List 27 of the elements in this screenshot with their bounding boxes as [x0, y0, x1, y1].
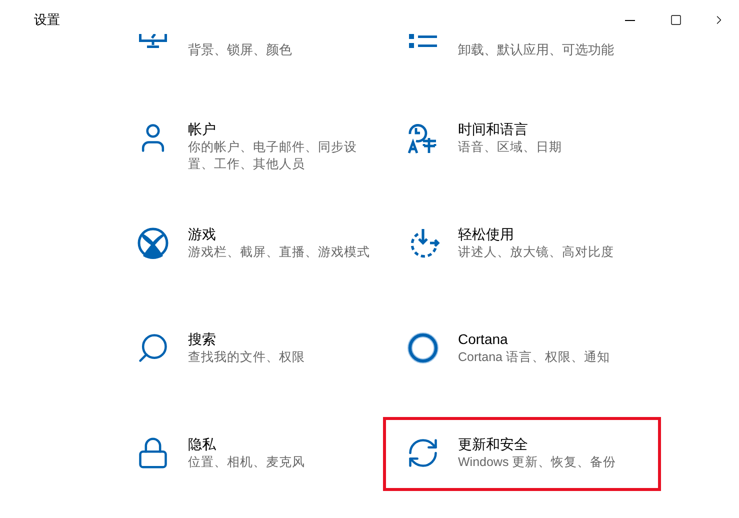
category-title: 隐私 — [188, 435, 217, 454]
category-title: 帐户 — [188, 120, 217, 139]
monitor-icon — [139, 34, 167, 48]
category-description: 游戏栏、截屏、直播、游戏模式 — [188, 244, 371, 261]
category-description: 位置、相机、麦克风 — [188, 454, 306, 471]
maximize-icon — [670, 14, 682, 26]
category-title: 游戏 — [188, 225, 217, 244]
list-icon — [409, 34, 437, 48]
category-title: 搜索 — [188, 330, 217, 349]
category-title: 时间和语言 — [458, 120, 529, 139]
category-title: 更新和安全 — [458, 435, 529, 454]
category-description: Windows 更新、恢复、备份 — [458, 454, 618, 471]
category-description: 语音、区域、日期 — [458, 139, 563, 156]
category-description: 你的帐户、电子邮件、同步设置、工作、其他人员 — [188, 139, 358, 173]
search-icon — [136, 331, 170, 365]
category-title: Cortana — [458, 330, 509, 349]
lock-icon — [136, 436, 170, 470]
category-description: 查找我的文件、权限 — [188, 349, 306, 366]
category-description: 讲述人、放大镜、高对比度 — [458, 244, 615, 261]
category-title: 轻松使用 — [458, 225, 515, 244]
category-description: 背景、锁屏、颜色 — [188, 41, 292, 59]
category-item[interactable]: 更新和安全 Windows 更新、恢复、备份 — [383, 417, 661, 491]
category-description: 卸载、默认应用、可选功能 — [458, 41, 614, 59]
ring-icon — [406, 331, 440, 365]
sync-icon — [406, 436, 440, 470]
window-title: 设置 — [34, 11, 60, 30]
category-description: Cortana 语言、权限、通知 — [458, 349, 611, 366]
